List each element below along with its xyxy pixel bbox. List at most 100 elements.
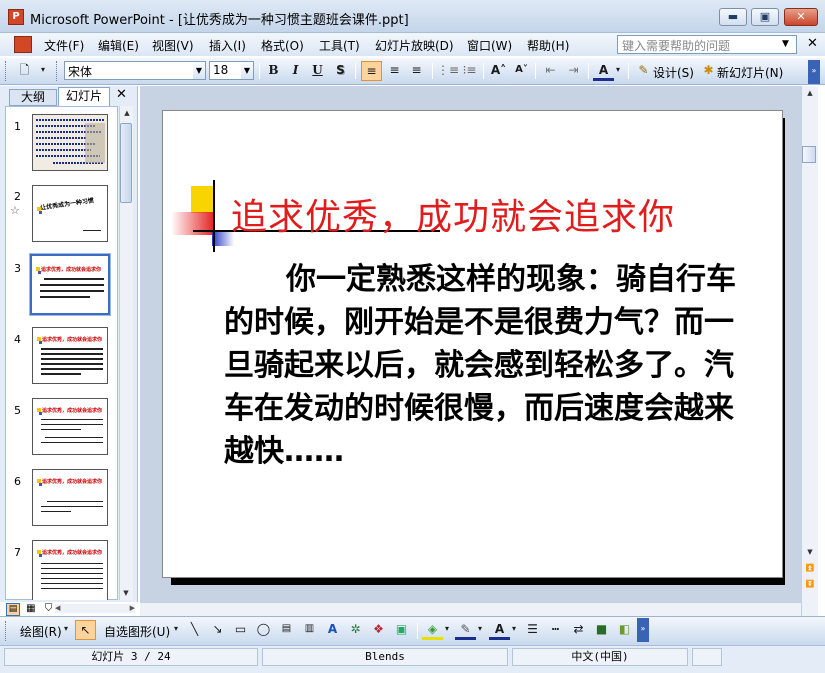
italic-button[interactable]: I xyxy=(285,61,306,81)
scroll-up-icon[interactable]: ▲ xyxy=(802,86,818,101)
menu-tools[interactable]: 工具(T) xyxy=(315,36,364,55)
menu-format[interactable]: 格式(O) xyxy=(257,36,308,55)
chevron-down-icon[interactable]: ▼ xyxy=(782,39,789,49)
toolbar-overflow-icon[interactable]: » xyxy=(808,60,820,84)
menu-window[interactable]: 窗口(W) xyxy=(463,36,516,55)
toolbar-grip[interactable] xyxy=(56,61,59,81)
decrease-font-icon[interactable]: A˅ xyxy=(511,61,532,81)
scroll-down-icon[interactable]: ▼ xyxy=(802,545,818,560)
font-name-select[interactable]: 宋体 xyxy=(64,61,194,80)
powerpoint-icon[interactable]: P xyxy=(8,9,24,25)
increase-font-icon[interactable]: A˄ xyxy=(488,61,509,81)
line-color-icon[interactable]: ✎ xyxy=(455,620,476,640)
decrease-indent-icon[interactable]: ⇤ xyxy=(540,61,561,81)
tab-outline[interactable]: 大纲 xyxy=(9,89,57,106)
picture-icon[interactable]: ▣ xyxy=(391,620,412,640)
chevron-down-icon[interactable]: ▾ xyxy=(442,620,452,640)
autoshapes-button[interactable]: 自选图形(U) xyxy=(104,623,170,640)
clipart-icon[interactable]: ❖ xyxy=(368,620,389,640)
slide-sorter-icon[interactable]: ▦ xyxy=(24,602,38,615)
slide-thumbnail-6[interactable]: 追求优秀，成功就会追求你 xyxy=(32,469,108,526)
rectangle-icon[interactable]: ▭ xyxy=(230,620,251,640)
toolbar-grip[interactable] xyxy=(5,61,8,81)
close-button[interactable]: ✕ xyxy=(784,8,818,26)
chevron-down-icon[interactable]: ▾ xyxy=(509,620,519,640)
textbox-icon[interactable]: ▤ xyxy=(276,620,297,640)
document-close-button[interactable]: ✕ xyxy=(807,36,818,51)
line-icon[interactable]: ╲ xyxy=(184,620,205,640)
menu-edit[interactable]: 编辑(E) xyxy=(94,36,143,55)
font-color-icon[interactable]: A xyxy=(593,61,614,81)
slide-thumbnail-3[interactable]: 追求优秀，成功就会追求你 xyxy=(29,253,111,316)
design-button[interactable]: 设计(S) xyxy=(653,64,694,81)
slide-vscrollbar[interactable]: ▲ xyxy=(801,86,818,616)
toolbar-options-icon[interactable]: ▾ xyxy=(36,61,50,81)
diagram-icon[interactable]: ✲ xyxy=(345,620,366,640)
font-color-icon[interactable]: A xyxy=(489,620,510,640)
slide-body-text[interactable]: 你一定熟悉这样的现象：骑自行车的时候，刚开始是不是很费力气？而一旦骑起来以后，就… xyxy=(224,258,754,473)
arrow-style-icon[interactable]: ⇄ xyxy=(568,620,589,640)
fill-color-icon[interactable]: ◈ xyxy=(422,620,443,640)
bold-button[interactable]: B xyxy=(263,61,284,81)
slide-thumbnail-5[interactable]: 追求优秀，成功就会追求你 xyxy=(32,398,108,455)
slideshow-icon[interactable]: ⛉ xyxy=(42,602,56,615)
align-center-icon[interactable]: ≡ xyxy=(384,61,405,81)
chevron-down-icon[interactable]: ▼ xyxy=(193,61,206,80)
align-right-icon[interactable]: ≡ xyxy=(406,61,427,81)
arrow-icon[interactable]: ↘ xyxy=(207,620,228,640)
slide-thumbnail-4[interactable]: 追求优秀，成功就会追求你 xyxy=(32,327,108,384)
design-icon[interactable]: ✎ xyxy=(633,61,654,81)
menu-slideshow[interactable]: 幻灯片放映(D) xyxy=(371,36,458,55)
slide-thumbnail-1[interactable] xyxy=(32,114,108,171)
menu-file[interactable]: 文件(F) xyxy=(40,36,88,55)
chevron-down-icon[interactable]: ▾ xyxy=(60,620,72,640)
next-slide-icon[interactable]: ⏬ xyxy=(802,577,818,592)
scroll-up-icon[interactable]: ▲ xyxy=(120,106,134,121)
vertical-textbox-icon[interactable]: ▥ xyxy=(299,620,320,640)
increase-indent-icon[interactable]: ⇥ xyxy=(563,61,584,81)
chevron-down-icon[interactable]: ▾ xyxy=(475,620,485,640)
help-search-input[interactable]: 键入需要帮助的问题 xyxy=(617,35,797,54)
menu-view[interactable]: 视图(V) xyxy=(148,36,198,55)
line-style-icon[interactable]: ☰ xyxy=(522,620,543,640)
shadow-button[interactable]: S xyxy=(330,61,351,81)
draw-menu-button[interactable]: 绘图(R) xyxy=(20,623,62,640)
slide-thumbnail-7[interactable]: 追求优秀，成功就会追求你 xyxy=(32,540,108,600)
panel-close-button[interactable]: ✕ xyxy=(116,87,127,102)
oval-icon[interactable]: ◯ xyxy=(253,620,274,640)
new-document-icon[interactable]: 🗋 xyxy=(14,61,35,81)
shadow-style-icon[interactable]: ■ xyxy=(591,620,612,640)
slide-scroll-thumb[interactable] xyxy=(802,146,816,163)
chevron-down-icon[interactable]: ▼ xyxy=(241,61,254,80)
new-slide-button[interactable]: 新幻灯片(N) xyxy=(717,64,783,81)
minimize-button[interactable]: ▬ xyxy=(719,8,747,26)
maximize-button[interactable]: ▣ xyxy=(751,8,779,26)
toolbar-grip[interactable] xyxy=(5,621,8,641)
tab-slides[interactable]: 幻灯片 xyxy=(58,87,110,106)
new-slide-icon[interactable]: ✱ xyxy=(698,61,719,81)
select-pointer-icon[interactable]: ↖ xyxy=(75,620,96,640)
numbered-list-icon[interactable]: ⋮≡ xyxy=(437,61,459,81)
slide-hscrollbar[interactable] xyxy=(140,602,801,616)
chevron-down-icon[interactable]: ▾ xyxy=(613,61,623,81)
font-size-select[interactable]: 18 xyxy=(209,61,242,80)
slide-position-status: 幻灯片 3 / 24 xyxy=(4,648,258,666)
menu-insert[interactable]: 插入(I) xyxy=(205,36,250,55)
3d-style-icon[interactable]: ◧ xyxy=(614,620,635,640)
wordart-icon[interactable]: A xyxy=(322,620,343,640)
scroll-down-icon[interactable]: ▼ xyxy=(119,586,133,601)
underline-button[interactable]: U xyxy=(307,61,328,81)
previous-slide-icon[interactable]: ⏫ xyxy=(802,561,818,576)
toolbar-overflow-icon[interactable]: » xyxy=(637,618,649,642)
dash-style-icon[interactable]: ┅ xyxy=(545,620,566,640)
panel-hscrollbar[interactable]: ◀ ▶ xyxy=(55,604,135,613)
menu-help[interactable]: 帮助(H) xyxy=(523,36,573,55)
slide-thumbnail-2[interactable]: 让优秀成为一种习惯 xyxy=(32,185,108,242)
document-icon[interactable] xyxy=(14,36,32,53)
slide-title[interactable]: 追求优秀，成功就会追求你 xyxy=(231,188,675,240)
chevron-down-icon[interactable]: ▾ xyxy=(170,620,182,640)
bullet-list-icon[interactable]: ⁝≡ xyxy=(459,61,480,81)
normal-view-icon[interactable]: ▤ xyxy=(6,603,20,616)
align-left-icon[interactable]: ≡ xyxy=(361,61,382,81)
thumbnail-scroll-thumb[interactable] xyxy=(120,123,132,203)
